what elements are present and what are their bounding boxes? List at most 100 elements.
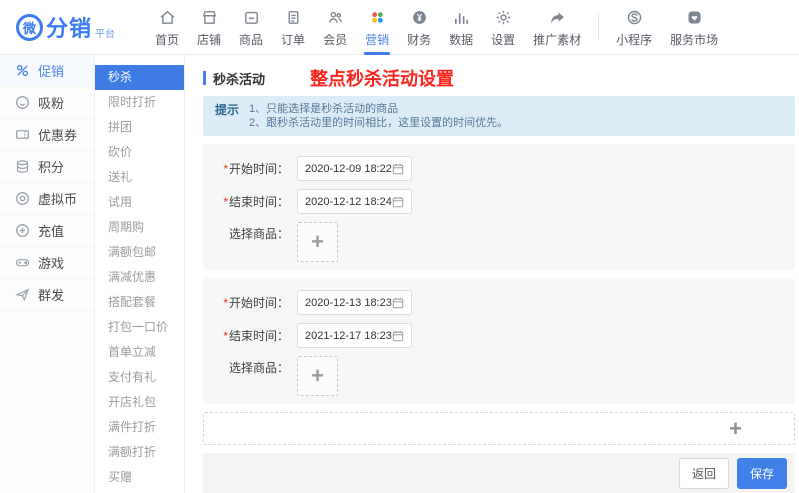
submenu-item-free-shipping[interactable]: 满额包邮	[95, 240, 184, 265]
nav-item-mini-program[interactable]: 小程序	[607, 0, 661, 55]
submenu-item-periodic-purchase[interactable]: 周期购	[95, 215, 184, 240]
nav-item-promo-materials[interactable]: 推广素材	[524, 0, 590, 55]
submenu-item-quantity-discount[interactable]: 满件打折	[95, 415, 184, 440]
sidebar-item-label: 优惠券	[38, 125, 77, 144]
share-arrow-icon	[549, 9, 566, 27]
coupon-icon	[15, 127, 30, 142]
tip-line: 2、跟秒杀活动里的时间相比，这里设置的时间优先。	[249, 116, 508, 130]
sidebar-item-games[interactable]: 游戏	[0, 247, 94, 279]
nav-item-label: 会员	[323, 31, 347, 48]
bar-chart-icon	[453, 9, 470, 27]
add-product-button[interactable]: +	[297, 356, 338, 396]
submenu-item-buy-get-free[interactable]: 买赠	[95, 465, 184, 490]
required-marker: *	[223, 329, 228, 343]
submenu-item-seckill[interactable]: 秒杀	[95, 65, 184, 90]
add-product-button[interactable]: +	[297, 222, 338, 262]
nav-item-label: 设置	[491, 31, 515, 48]
submenu-item-bargain[interactable]: 砍价	[95, 140, 184, 165]
calendar-icon	[392, 297, 404, 309]
add-group-button[interactable]: +	[203, 412, 795, 445]
start-time-value: 2020-12-09 18:22	[305, 163, 392, 175]
start-time-label: *开始时间：	[203, 160, 289, 177]
activity-group-2: * 开始时间： 2020-12-13 18:23 *结束时间： 2021-12-1…	[203, 278, 795, 404]
nav-item-orders[interactable]: 订单	[272, 0, 314, 55]
tip-line: 1、只能选择是秒杀活动的商品	[249, 102, 508, 116]
required-marker: *	[223, 162, 228, 176]
submenu-item-amount-discount[interactable]: 满额打折	[95, 440, 184, 465]
nav-item-label: 首页	[155, 31, 179, 48]
recharge-icon	[15, 223, 30, 238]
select-goods-label: 选择商品：	[203, 222, 289, 242]
top-nav-items: 首页 店铺 商品 订单	[146, 0, 727, 55]
sidebar-item-label: 积分	[38, 157, 64, 176]
submenu-item-first-order-discount[interactable]: 首单立减	[95, 340, 184, 365]
submenu-item-payment-gift[interactable]: 支付有礼	[95, 365, 184, 390]
nav-item-settings[interactable]: 设置	[482, 0, 524, 55]
sidebar-item-points[interactable]: 积分	[0, 151, 94, 183]
nav-item-label: 推广素材	[533, 31, 581, 48]
back-button[interactable]: 返回	[679, 458, 729, 489]
nav-item-finance[interactable]: 财务	[398, 0, 440, 55]
section-title: 秒杀活动	[213, 69, 265, 88]
end-time-label: *结束时间：	[203, 327, 289, 344]
nav-item-label: 小程序	[616, 31, 652, 48]
sidebar-item-coupon[interactable]: 优惠券	[0, 119, 94, 151]
finance-yen-icon	[411, 9, 428, 27]
sidebar-item-recharge[interactable]: 充值	[0, 215, 94, 247]
nav-item-marketing[interactable]: 营销	[356, 0, 398, 55]
coin-icon	[15, 191, 30, 206]
sidebar-item-fans[interactable]: 吸粉	[0, 87, 94, 119]
heart-badge-icon	[686, 9, 703, 27]
submenu-item-store-gift-pack[interactable]: 开店礼包	[95, 390, 184, 415]
end-time-label-text: 结束时间：	[229, 329, 289, 343]
nav-item-data[interactable]: 数据	[440, 0, 482, 55]
start-time-input[interactable]: 2020-12-13 18:23	[297, 290, 412, 315]
submenu-item-gift[interactable]: 送礼	[95, 165, 184, 190]
nav-item-label: 财务	[407, 31, 431, 48]
start-time-value: 2020-12-13 18:23	[305, 297, 392, 309]
end-time-input[interactable]: 2021-12-17 18:23	[297, 323, 412, 348]
sidebar-item-virtual-coin[interactable]: 虚拟币	[0, 183, 94, 215]
nav-item-products[interactable]: 商品	[230, 0, 272, 55]
submenu-item-bundle[interactable]: 搭配套餐	[95, 290, 184, 315]
submenu-item-full-reduction[interactable]: 满减优惠	[95, 265, 184, 290]
submenu-item-trial[interactable]: 试用	[95, 190, 184, 215]
submenu-item-group-buy[interactable]: 拼团	[95, 115, 184, 140]
brand-logo[interactable]: 微 分销 平台	[16, 11, 136, 43]
plus-icon: +	[729, 418, 742, 440]
nav-item-shop[interactable]: 店铺	[188, 0, 230, 55]
coins-stack-icon	[15, 159, 30, 174]
section-header: 秒杀活动 整点秒杀活动设置	[203, 68, 795, 88]
save-button[interactable]: 保存	[737, 458, 787, 489]
submenu-item-time-limited-discount[interactable]: 限时打折	[95, 90, 184, 115]
sidebar-item-broadcast[interactable]: 群发	[0, 279, 94, 311]
nav-item-members[interactable]: 会员	[314, 0, 356, 55]
sidebar-item-label: 充值	[38, 221, 64, 240]
nav-item-service-market[interactable]: 服务市场	[661, 0, 727, 55]
end-time-row: *结束时间： 2020-12-12 18:24	[203, 189, 795, 214]
gamepad-icon	[15, 255, 30, 270]
end-time-row: *结束时间： 2021-12-17 18:23	[203, 323, 795, 348]
end-time-label-text: 结束时间：	[229, 195, 289, 209]
sidebar-item-label: 吸粉	[38, 93, 64, 112]
tip-lines: 1、只能选择是秒杀活动的商品 2、跟秒杀活动里的时间相比，这里设置的时间优先。	[249, 102, 508, 130]
start-time-input[interactable]: 2020-12-09 18:22	[297, 156, 412, 181]
submenu-item-package-price[interactable]: 打包一口价	[95, 315, 184, 340]
sidebar-item-promotion[interactable]: 促销	[0, 55, 94, 87]
tip-label: 提示	[215, 102, 239, 130]
nav-item-label: 服务市场	[670, 31, 718, 48]
footer-bar: 返回 保存	[203, 453, 795, 493]
product-box-icon	[243, 9, 260, 27]
send-plane-icon	[15, 287, 30, 302]
annotation-text: 整点秒杀活动设置	[310, 65, 454, 91]
order-clipboard-icon	[285, 9, 302, 27]
percent-icon	[15, 63, 30, 78]
end-time-input[interactable]: 2020-12-12 18:24	[297, 189, 412, 214]
end-time-value: 2021-12-17 18:23	[305, 330, 392, 342]
calendar-icon	[392, 196, 404, 208]
nav-item-home[interactable]: 首页	[146, 0, 188, 55]
top-nav: 微 分销 平台 首页 店铺 商品	[0, 0, 799, 55]
start-time-label-text: 开始时间：	[229, 296, 289, 310]
sidebar-item-label: 虚拟币	[38, 189, 77, 208]
calendar-icon	[392, 163, 404, 175]
